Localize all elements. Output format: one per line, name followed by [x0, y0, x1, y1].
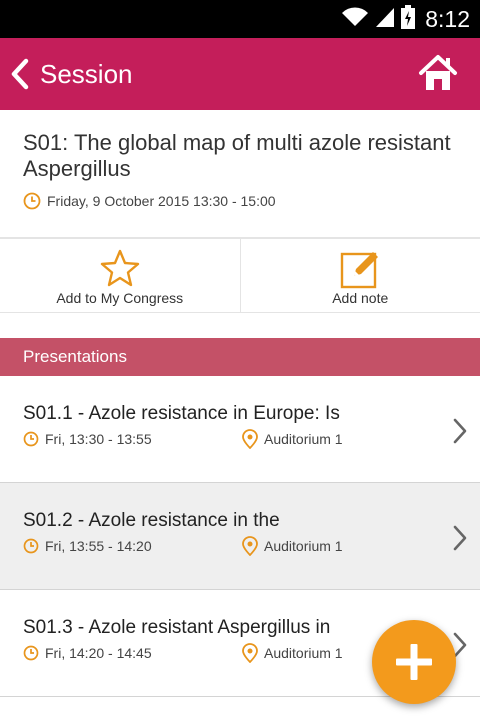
wifi-icon	[341, 6, 369, 33]
session-header: S01: The global map of multi azole resis…	[0, 110, 480, 238]
session-datetime-text: Friday, 9 October 2015 13:30 - 15:00	[47, 193, 276, 209]
presentation-time-text: Fri, 13:30 - 13:55	[45, 431, 152, 447]
home-icon	[418, 55, 458, 96]
presentation-location-text: Auditorium 1	[264, 645, 343, 661]
presentation-time: Fri, 13:30 - 13:55	[23, 431, 152, 447]
home-button[interactable]	[418, 54, 458, 94]
presentation-time-text: Fri, 14:20 - 14:45	[45, 645, 152, 661]
presentation-time: Fri, 13:55 - 14:20	[23, 538, 152, 554]
presentation-title: S01.2 - Azole resistance in the	[23, 510, 280, 531]
app-bar: Session	[0, 38, 480, 110]
session-title: S01: The global map of multi azole resis…	[23, 130, 451, 181]
session-datetime: Friday, 9 October 2015 13:30 - 15:00	[23, 192, 276, 210]
presentation-title: S01.1 - Azole resistance in Europe: Is	[23, 403, 340, 424]
presentation-location-text: Auditorium 1	[264, 431, 343, 447]
presentation-title: S01.3 - Azole resistant Aspergillus in	[23, 617, 331, 638]
clock-icon	[23, 431, 39, 447]
signal-icon	[375, 6, 395, 33]
clock-icon	[23, 538, 39, 554]
presentation-location-text: Auditorium 1	[264, 538, 343, 554]
add-note-label: Add note	[332, 290, 389, 306]
presentation-time-text: Fri, 13:55 - 14:20	[45, 538, 152, 554]
presentations-section-header: Presentations	[0, 338, 480, 376]
add-to-my-congress-button[interactable]: Add to My Congress	[0, 239, 241, 312]
list-item[interactable]: S01.1 - Azole resistance in Europe: Is F…	[0, 376, 480, 483]
list-item[interactable]: S01.2 - Azole resistance in the Fri, 13:…	[0, 483, 480, 590]
star-icon	[100, 249, 140, 292]
add-to-my-congress-label: Add to My Congress	[56, 290, 184, 306]
note-edit-icon	[340, 249, 380, 294]
map-pin-icon	[242, 536, 258, 556]
page-title: Session	[40, 59, 133, 89]
presentation-time: Fri, 14:20 - 14:45	[23, 645, 152, 661]
battery-icon	[401, 4, 416, 34]
back-button[interactable]	[6, 38, 34, 110]
presentation-location: Auditorium 1	[242, 429, 343, 449]
map-pin-icon	[242, 429, 258, 449]
chevron-left-icon	[6, 57, 34, 91]
map-pin-icon	[242, 643, 258, 663]
session-actions: Add to My Congress Add note	[0, 238, 480, 313]
status-time: 8:12	[425, 5, 470, 32]
clock-icon	[23, 192, 41, 210]
chevron-right-icon	[452, 418, 468, 449]
presentation-location: Auditorium 1	[242, 643, 343, 663]
chevron-right-icon	[452, 525, 468, 556]
presentation-location: Auditorium 1	[242, 536, 343, 556]
status-bar: 8:12	[0, 0, 480, 38]
add-note-button[interactable]: Add note	[241, 239, 480, 312]
plus-icon	[396, 644, 432, 680]
add-fab-button[interactable]	[372, 620, 456, 704]
clock-icon	[23, 645, 39, 661]
